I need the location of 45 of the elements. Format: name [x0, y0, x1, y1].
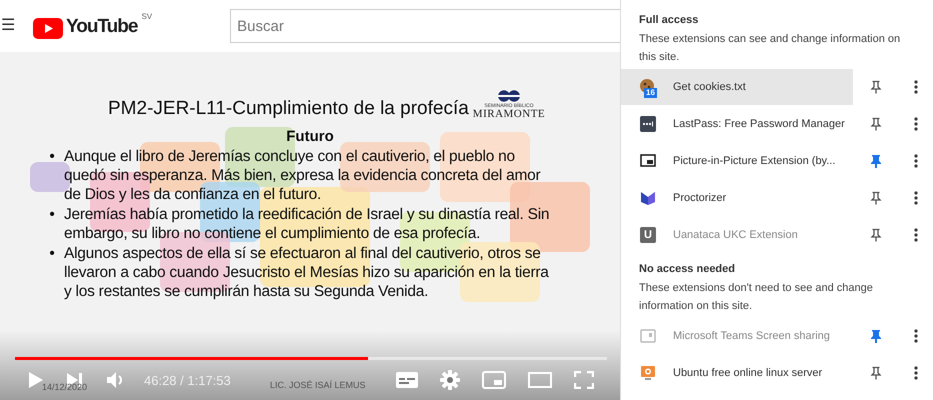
- slide-date: 14/12/2020: [42, 382, 88, 392]
- more-options-icon[interactable]: [914, 116, 918, 130]
- menu-icon[interactable]: ☰: [1, 16, 15, 36]
- bullet-marker: •: [48, 205, 56, 224]
- search-field[interactable]: Buscar: [230, 9, 620, 43]
- monitor-icon: [640, 364, 656, 380]
- bullet-point: Algunos aspectos de ella sí se efectuaron al final del cautiverio, otros se llevaron a cabo cuando Jesucristo el Mesías hizo su aparición en la tierra y los restantes se cumplirán hasta su Segunda Venida.: [64, 244, 550, 301]
- more-options-icon[interactable]: [914, 190, 918, 204]
- more-options-icon[interactable]: [914, 328, 918, 342]
- pin-icon[interactable]: [870, 190, 882, 204]
- screen-share-icon: [640, 328, 656, 344]
- password-dots-icon: [640, 116, 656, 132]
- section-description: These extensions can see and change information on this site.: [639, 32, 902, 65]
- bullet-marker: •: [48, 147, 56, 166]
- progress-track[interactable]: [15, 357, 607, 360]
- bullet-marker: •: [48, 244, 56, 263]
- extension-item[interactable]: 16 Get cookies.txt: [621, 68, 853, 104]
- shield-icon: [640, 190, 656, 206]
- slide-title: PM2-JER-L11-Cumplimiento de la profecía: [108, 98, 469, 120]
- extension-letter-icon: U: [640, 226, 656, 242]
- extension-item[interactable]: Picture-in-Picture Extension (by...: [621, 142, 853, 178]
- bullet-point: Aunque el libro de Jeremías concluye con el cautiverio, el pueblo no quedó sin esperanza. Más bien, expresa la evidencia concreta del amor de Dios y les da confianza en el futuro.: [64, 147, 542, 204]
- section-description: These extensions don't need to see and change information on this site.: [639, 281, 874, 314]
- count-badge: 16: [644, 88, 657, 98]
- section-heading: No access needed: [639, 263, 736, 275]
- youtube-logo[interactable]: YouTube SV: [33, 10, 152, 42]
- time-display: 46:28 / 1:17:53: [144, 372, 231, 388]
- picture-in-picture-icon: [640, 154, 656, 167]
- slide-author: LIC. JOSÉ ISAÍ LEMUS: [270, 380, 366, 390]
- slide-heading: Futuro: [285, 128, 335, 145]
- extension-item[interactable]: Proctorizer: [621, 180, 853, 216]
- pin-icon[interactable]: [870, 154, 882, 168]
- more-options-icon[interactable]: [914, 154, 918, 168]
- extension-item[interactable]: LastPass: Free Password Manager: [621, 106, 853, 142]
- more-options-icon[interactable]: [914, 366, 918, 380]
- subtitles-icon[interactable]: [396, 372, 418, 388]
- section-heading: Full access: [639, 14, 700, 26]
- more-options-icon[interactable]: [914, 228, 918, 242]
- bullet-point: Jeremías había prometido la reedificación de Israel y su dinastía real. Sin embargo, su libro no contiene el cumplimiento de esa profecía.: [64, 205, 550, 243]
- settings-icon[interactable]: [440, 370, 460, 390]
- extension-item[interactable]: Ubuntu free online linux server: [621, 354, 853, 390]
- more-options-icon[interactable]: [914, 80, 918, 94]
- pin-icon[interactable]: [870, 366, 882, 380]
- pin-icon[interactable]: [870, 116, 882, 130]
- pin-icon[interactable]: [870, 80, 882, 94]
